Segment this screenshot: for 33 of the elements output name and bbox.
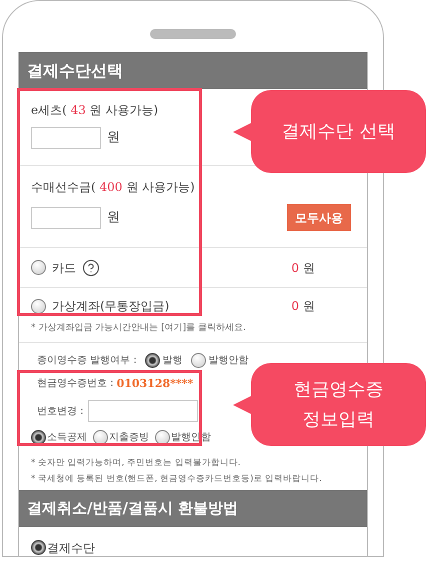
number-change-label: 번호변경 : bbox=[37, 404, 84, 418]
section-header: 결제취소/반품/결품시 환불방법 bbox=[19, 490, 367, 526]
amount-field[interactable] bbox=[31, 127, 101, 149]
payment-amount: 0 bbox=[291, 260, 299, 276]
paper-receipt-label: 종이영수증 발행여부 : bbox=[37, 354, 137, 368]
payment-method-label: 카드 bbox=[52, 260, 76, 276]
help-icon[interactable] bbox=[82, 258, 100, 276]
radio-label: 소득공제 bbox=[47, 431, 87, 445]
currency-unit: 원 bbox=[303, 298, 315, 315]
radio-label: 발행 bbox=[162, 354, 183, 368]
cash-receipt-number-label: 현금영수증번호 : bbox=[37, 377, 114, 392]
number-change-field[interactable] bbox=[88, 400, 198, 422]
payment-method-label: 가상계좌(무통장입금) bbox=[52, 298, 170, 315]
radio-button[interactable] bbox=[31, 260, 46, 275]
radio-button[interactable] bbox=[31, 298, 46, 314]
use-all-button[interactable]: 모두사용 bbox=[287, 204, 351, 231]
balance-label: e세츠( 43 원 사용가능) bbox=[31, 102, 160, 119]
currency-unit: 원 bbox=[303, 260, 315, 276]
radio-button[interactable] bbox=[31, 540, 46, 555]
radio-button[interactable] bbox=[144, 352, 160, 368]
payment-amount: 0 bbox=[291, 298, 299, 315]
amount-field[interactable] bbox=[31, 206, 101, 228]
balance-label: 수매선수금( 400 원 사용가능) bbox=[31, 179, 196, 196]
radio-label: 지출증빙 bbox=[109, 431, 149, 445]
currency-unit: 원 bbox=[107, 129, 120, 148]
cash-receipt-number: 0103128**** bbox=[116, 376, 194, 392]
radio-button[interactable] bbox=[190, 352, 206, 368]
currency-unit: 원 bbox=[107, 208, 120, 227]
transfer-note: * 가상계좌입금 가능시간안내는 [여기]를 클릭하세요. bbox=[31, 322, 247, 335]
section-header: 결제수단선택 bbox=[19, 52, 367, 89]
input-note: * 국세청에 등록된 번호(핸드폰, 현금영수증카드번호등)로 입력바랍니다. bbox=[31, 472, 323, 486]
input-note: * 숫자만 입력가능하며, 주민번호는 입력불가합니다. bbox=[31, 457, 242, 470]
radio-label: 결제수단 bbox=[47, 540, 95, 556]
